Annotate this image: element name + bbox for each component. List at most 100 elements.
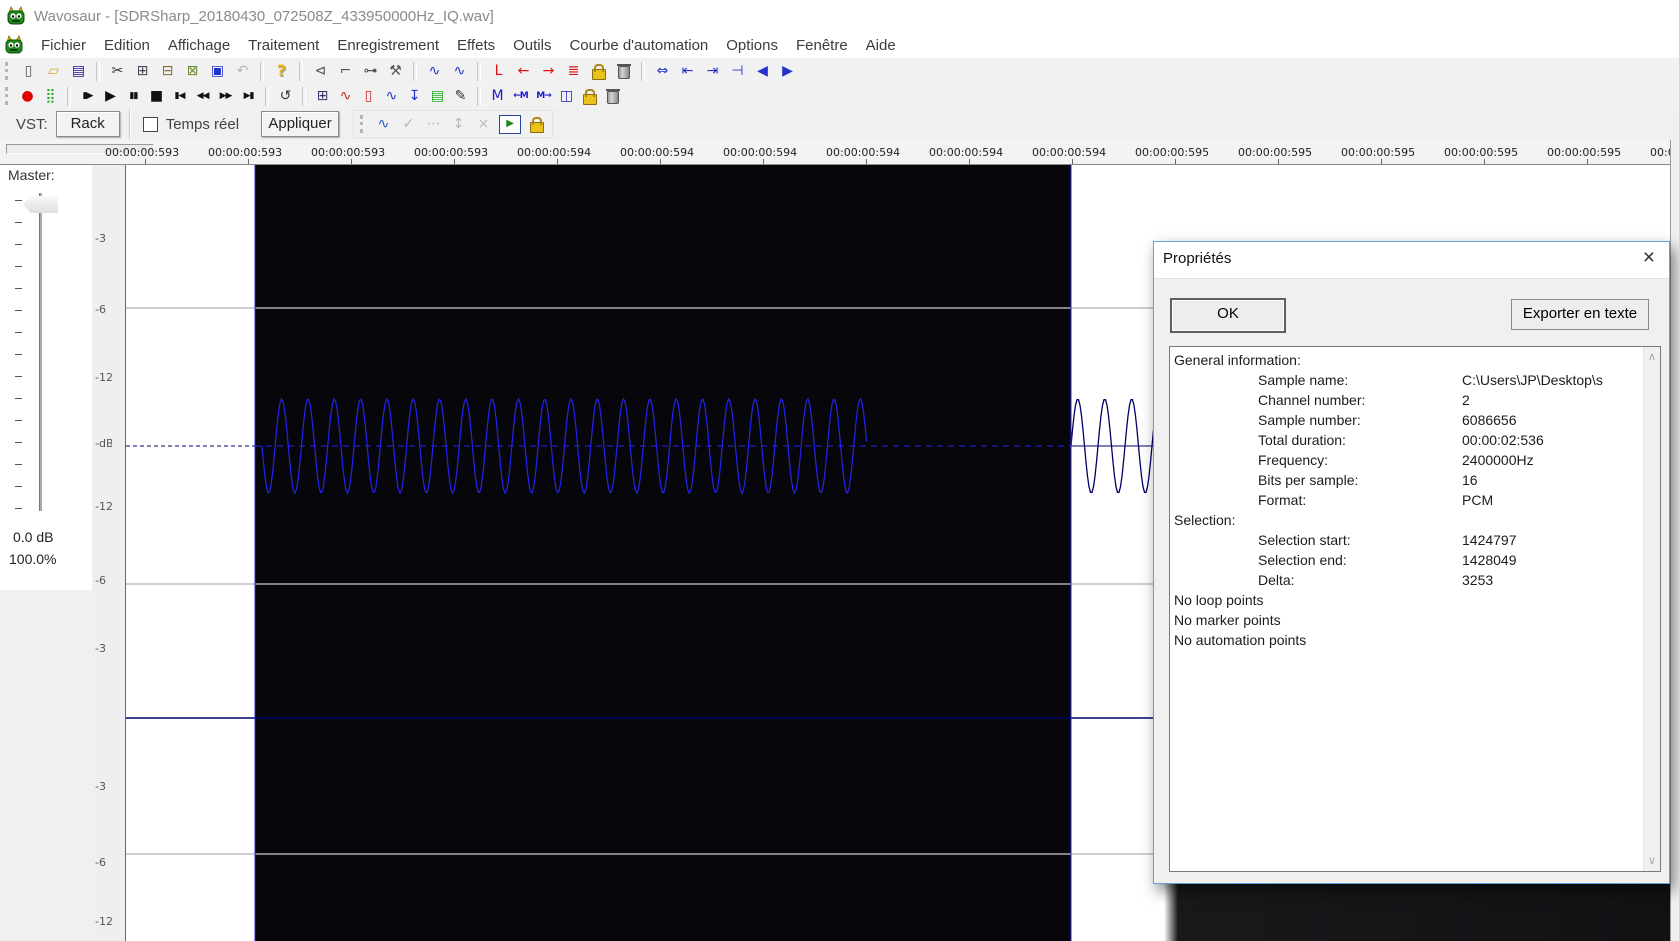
- automation-curve-icon[interactable]: ∿: [371, 114, 396, 134]
- menu-options[interactable]: Options: [717, 37, 787, 54]
- view-next-icon[interactable]: ▶: [775, 61, 800, 81]
- apply-curve-icon[interactable]: ✓: [396, 114, 421, 134]
- open-file-icon[interactable]: ▱: [41, 61, 66, 81]
- next-marker-icon[interactable]: M→: [532, 86, 555, 106]
- zoom-selection-icon[interactable]: ⇔: [650, 61, 675, 81]
- master-tick: [15, 310, 22, 311]
- delete-points-icon[interactable]: ×: [471, 114, 496, 134]
- dialog-shadow: [1164, 883, 1670, 941]
- listbox-scrollbar[interactable]: ∧ ∨: [1643, 347, 1660, 871]
- db-ruler: -3 -6 -12 -dB -12 -6 -3 -3 -6 -12: [92, 165, 126, 941]
- appliquer-button[interactable]: Appliquer: [261, 111, 340, 137]
- waveform-green-icon[interactable]: ∿: [447, 61, 472, 81]
- pause-icon[interactable]: ▮▮: [122, 86, 145, 106]
- level-meter-icon[interactable]: ⣿: [39, 86, 62, 106]
- red-wave-icon[interactable]: ≣: [561, 61, 586, 81]
- zoom-fit-icon[interactable]: ⊣: [725, 61, 750, 81]
- menu-enregistrement[interactable]: Enregistrement: [328, 37, 448, 54]
- wrench-icon[interactable]: ⚒: [383, 61, 408, 81]
- property-row: No loop points: [1170, 590, 1660, 610]
- master-slider-handle[interactable]: [23, 196, 58, 213]
- properties-list[interactable]: General information: Sample name: C:\Users…: [1169, 346, 1661, 872]
- loop-icon[interactable]: ↺: [274, 86, 297, 106]
- zoom-in-icon[interactable]: ⇥: [700, 61, 725, 81]
- rewind-icon[interactable]: ◀◀: [191, 86, 214, 106]
- show-points-icon[interactable]: ⋯: [421, 114, 446, 134]
- menu-effets[interactable]: Effets: [448, 37, 504, 54]
- paste-special-icon[interactable]: ⊠: [180, 61, 205, 81]
- vst-rack-button[interactable]: Rack: [55, 111, 120, 137]
- play-preview-icon[interactable]: ▶: [499, 114, 522, 134]
- new-file-icon[interactable]: ▯: [16, 61, 41, 81]
- timeline-tick: [1381, 159, 1382, 164]
- routing-icon[interactable]: ⌐: [333, 61, 358, 81]
- menu-affichage[interactable]: Affichage: [159, 37, 239, 54]
- delete-file-icon[interactable]: ▯: [357, 86, 380, 106]
- title-bar[interactable]: Wavosaur - [SDRSharp_20180430_072508Z_43…: [0, 0, 1679, 33]
- property-value: C:\Users\JP\Desktop\s: [1462, 372, 1603, 388]
- master-slider-track[interactable]: [39, 193, 43, 511]
- export-text-button[interactable]: Exporter en texte: [1511, 299, 1649, 330]
- menu-aide[interactable]: Aide: [857, 37, 905, 54]
- paste-loop-icon[interactable]: ▣: [205, 61, 230, 81]
- timeline-ruler[interactable]: 00:00:00:593 00:00:00:593 00:00:00:593 00:0…: [0, 140, 1679, 165]
- menu-fen-tre[interactable]: Fenêtre: [787, 37, 857, 54]
- normalize-icon[interactable]: ↧: [403, 86, 426, 106]
- lock3-icon[interactable]: [524, 114, 549, 134]
- paste-icon[interactable]: ⊟: [155, 61, 180, 81]
- cut-icon[interactable]: ✂: [105, 61, 130, 81]
- close-icon[interactable]: ×: [1643, 246, 1655, 270]
- menu-outils[interactable]: Outils: [504, 37, 560, 54]
- waveform-view-icon[interactable]: ∿: [422, 61, 447, 81]
- marker-l-icon[interactable]: L: [486, 61, 511, 81]
- insert-file-icon[interactable]: ⊞: [311, 86, 334, 106]
- master-tick: [15, 266, 22, 267]
- go-start-icon[interactable]: ▮◀: [168, 86, 191, 106]
- toolbar-separator: [128, 109, 130, 139]
- marker-icon[interactable]: M: [486, 86, 509, 106]
- copy-icon[interactable]: ⊞: [130, 61, 155, 81]
- statistics-icon[interactable]: ▤: [426, 86, 449, 106]
- record-icon[interactable]: ●: [16, 86, 39, 106]
- property-label: No automation points: [1174, 632, 1307, 648]
- select-region-icon[interactable]: ◫: [555, 86, 578, 106]
- menu-traitement[interactable]: Traitement: [239, 37, 328, 54]
- ok-button[interactable]: OK: [1170, 298, 1286, 333]
- menu-bar: Fichier Edition Affichage Traitement Enregis…: [0, 33, 1679, 59]
- forward-icon[interactable]: ▶▶: [214, 86, 237, 106]
- menu-edition[interactable]: Edition: [95, 37, 159, 54]
- scroll-down-icon[interactable]: ∨: [1644, 853, 1660, 869]
- scroll-up-icon[interactable]: ∧: [1644, 349, 1660, 365]
- document-monster-icon[interactable]: [4, 35, 24, 55]
- filter-wave-icon[interactable]: ∿: [380, 86, 403, 106]
- save-file-icon[interactable]: ▤: [66, 61, 91, 81]
- connections-icon[interactable]: ⊶: [358, 61, 383, 81]
- view-prev-icon[interactable]: ◀: [750, 61, 775, 81]
- region-right-icon[interactable]: →: [536, 61, 561, 81]
- trash2-icon[interactable]: [601, 86, 624, 106]
- dialog-title-bar[interactable]: Propriétés ×: [1154, 242, 1669, 279]
- scale-points-icon[interactable]: ↕: [446, 114, 471, 134]
- lock-icon[interactable]: [586, 61, 611, 81]
- timeline-tick: [351, 159, 352, 164]
- temps-reel-checkbox[interactable]: [142, 116, 158, 132]
- prev-marker-icon[interactable]: ←M: [509, 86, 532, 106]
- play-from-cursor-icon[interactable]: ▮▶: [76, 86, 99, 106]
- menu-courbe-d-automation[interactable]: Courbe d'automation: [560, 37, 717, 54]
- trash-icon[interactable]: [611, 61, 636, 81]
- region-left-icon[interactable]: ←: [511, 61, 536, 81]
- timeline-label: 00:00:00:595: [1238, 146, 1313, 159]
- go-end-icon[interactable]: ▶▮: [237, 86, 260, 106]
- play-icon[interactable]: ▶: [99, 86, 122, 106]
- menu-fichier[interactable]: Fichier: [32, 37, 95, 54]
- audio-config-icon[interactable]: ⊲: [308, 61, 333, 81]
- help-icon[interactable]: ?: [269, 61, 294, 81]
- undo-icon[interactable]: ↶: [230, 61, 255, 81]
- analysis-icon[interactable]: ∿: [334, 86, 357, 106]
- timeline-tick: [454, 159, 455, 164]
- stop-icon[interactable]: ■: [145, 86, 168, 106]
- zoom-out-icon[interactable]: ⇤: [675, 61, 700, 81]
- property-label: General information:: [1174, 352, 1301, 368]
- pencil-icon[interactable]: ✎: [449, 86, 472, 106]
- lock2-icon[interactable]: [578, 86, 601, 106]
